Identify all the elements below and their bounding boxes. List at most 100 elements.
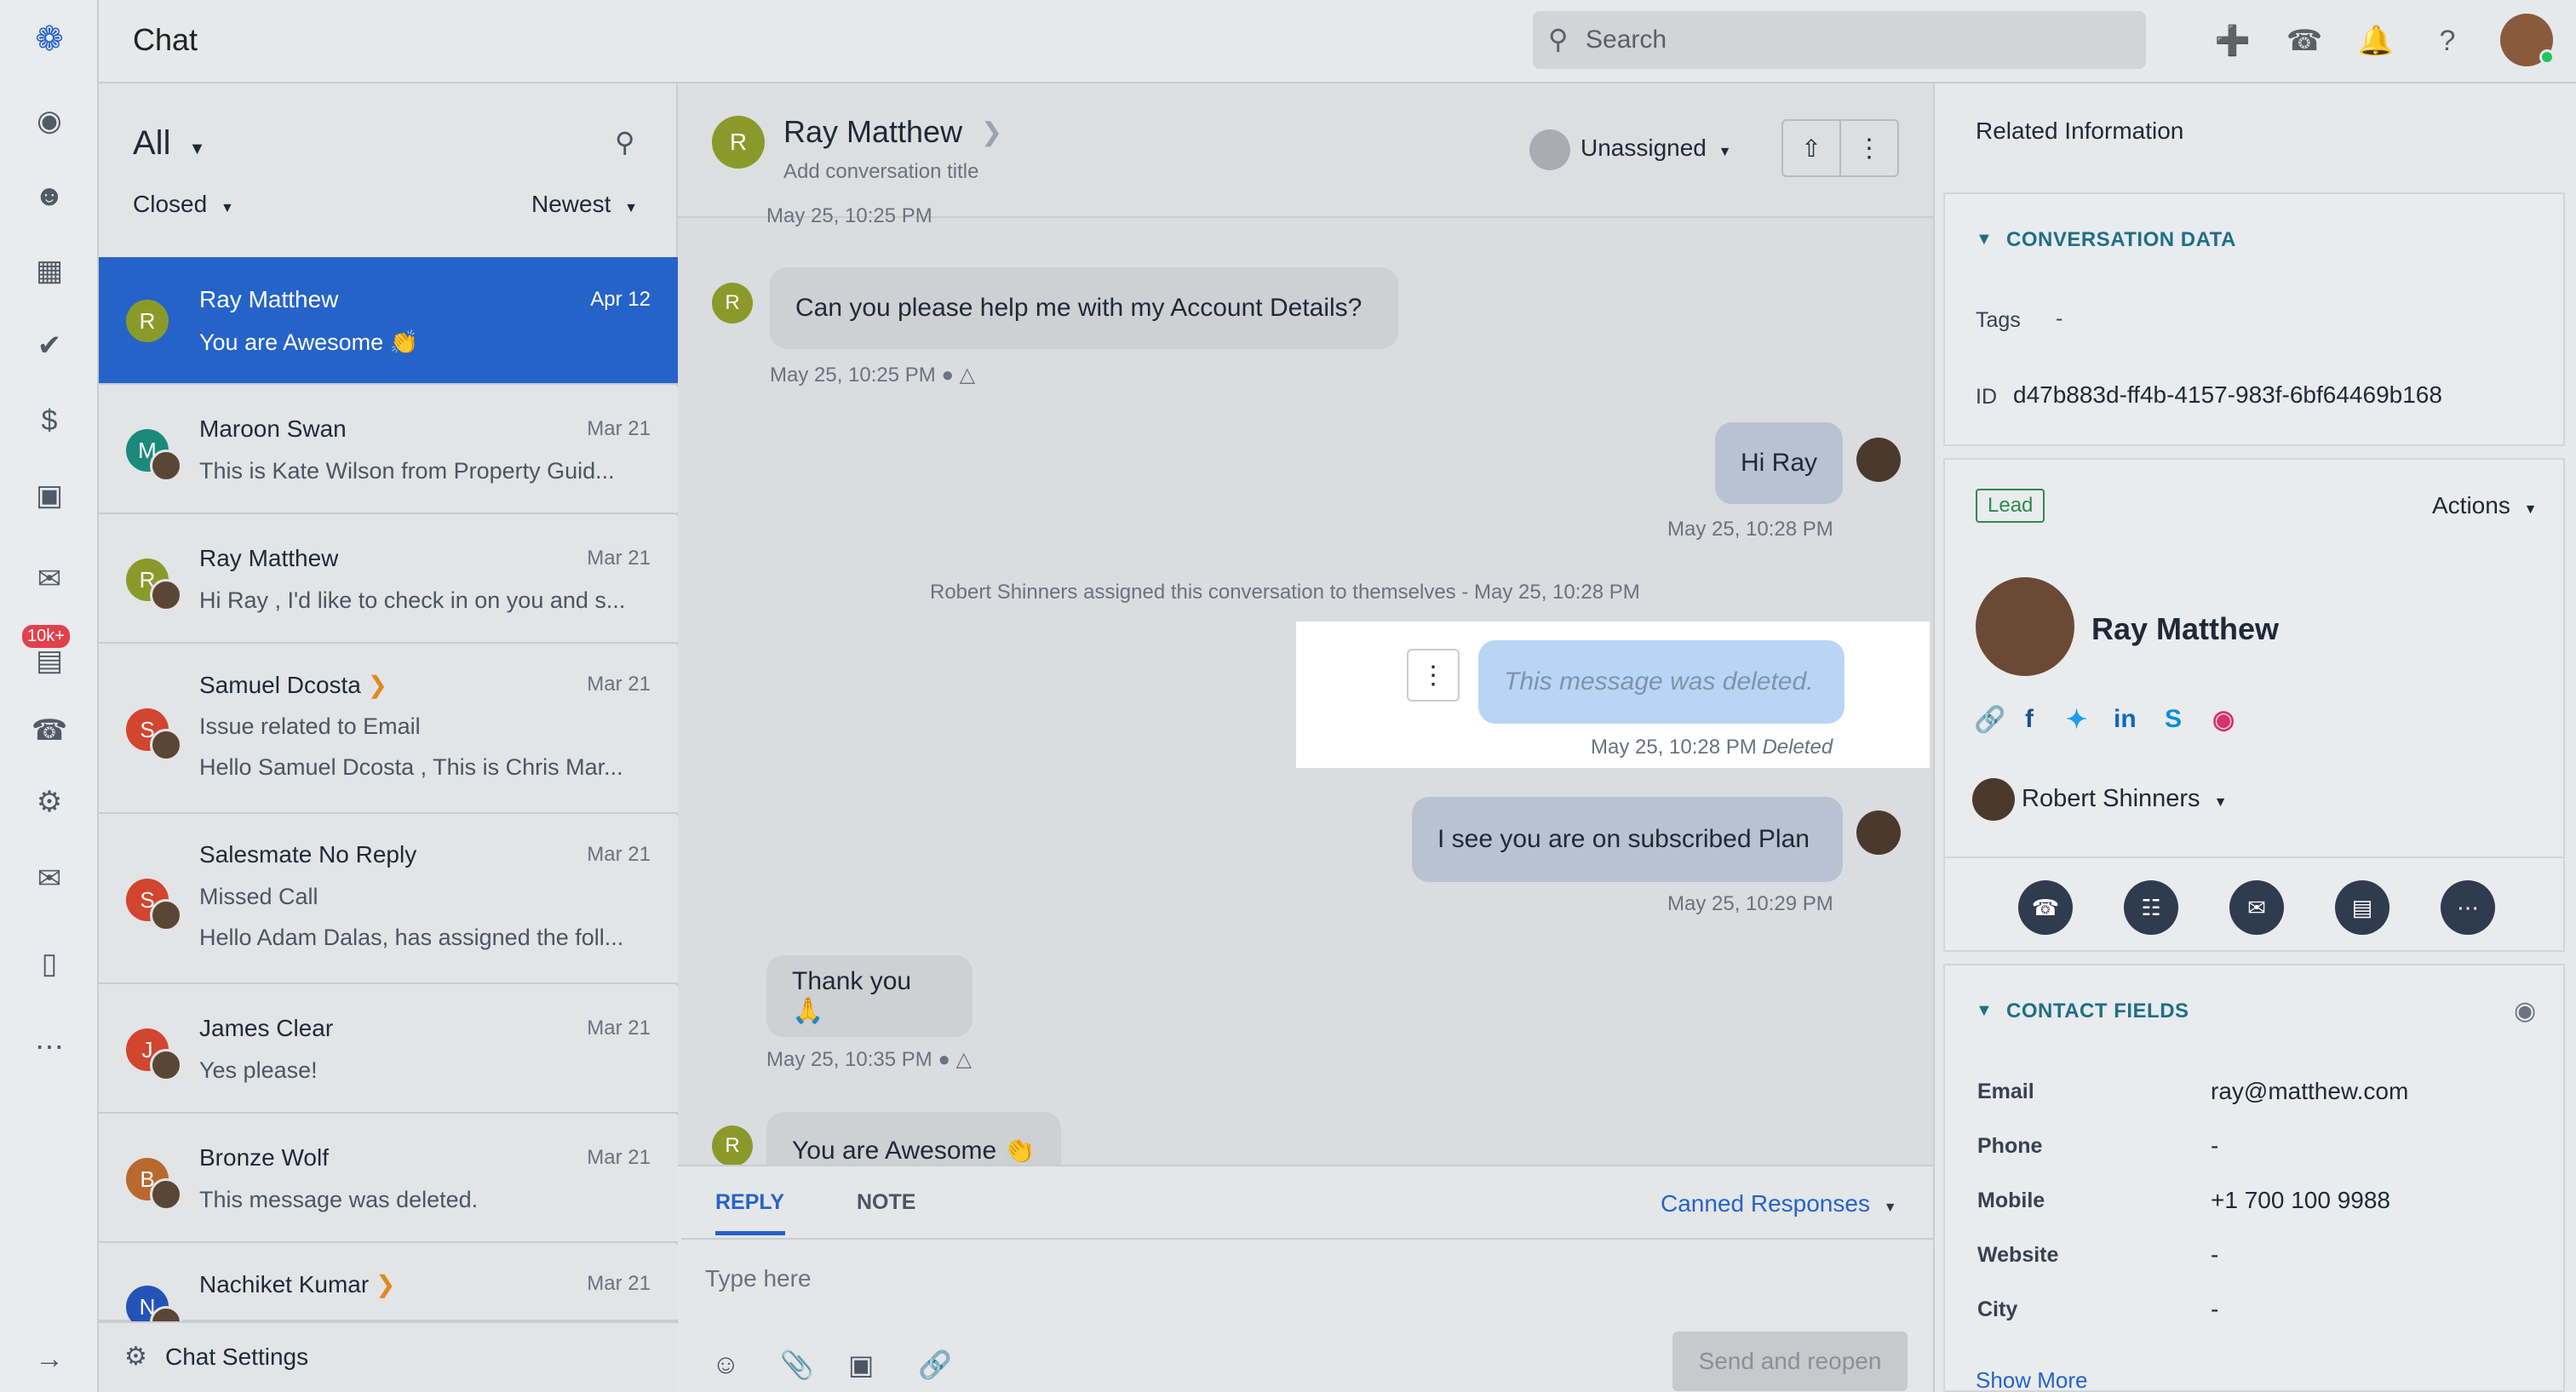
sort-dropdown[interactable]: Newest ▼ [531, 191, 638, 218]
bell-icon[interactable]: 🔔 [2355, 20, 2396, 61]
conversation-list-item[interactable]: R Ray Matthew Apr 12 You are Awesome 👏 [99, 257, 678, 385]
conversation-preview: You are Awesome 👏 [199, 329, 419, 355]
kebab-menu-icon[interactable]: ⋮ [1841, 121, 1897, 175]
conversation-title-input[interactable]: Add conversation title [783, 160, 978, 184]
global-search[interactable]: ⚲ Search [1533, 11, 2146, 69]
show-more-link[interactable]: Show More [1976, 1367, 2088, 1392]
conversation-list-item[interactable]: M Maroon Swan Mar 21 This is Kate Wilson fr… [99, 387, 678, 514]
conversation-data-title[interactable]: CONVERSATION DATA [2006, 228, 2236, 252]
message-meta: May 25, 10:29 PM [1667, 892, 1833, 915]
message-options-icon[interactable]: ⋮ [1407, 649, 1460, 702]
emoji-icon[interactable]: ☺ [712, 1349, 740, 1380]
contact-avatar: R [712, 283, 753, 324]
field-value[interactable]: ray@matthew.com [2211, 1078, 2408, 1105]
expand-arrow-icon[interactable]: → [29, 1338, 70, 1379]
dashboard-icon[interactable]: ◉ [29, 100, 70, 141]
template-icon[interactable]: ▤ [2335, 880, 2390, 935]
active-tab-indicator [715, 1231, 785, 1235]
message-bubble[interactable]: Can you please help me with my Account D… [770, 267, 1398, 349]
message-input[interactable]: Type here [705, 1265, 812, 1292]
assignee-dropdown[interactable]: Unassigned ▼ [1581, 135, 1732, 162]
phone-icon[interactable]: ☎ [2284, 20, 2325, 61]
products-icon[interactable]: ▣ [29, 475, 70, 516]
collapse-caret-icon[interactable]: ▼ [1976, 1001, 1993, 1021]
deals-icon[interactable]: $ [29, 400, 70, 441]
globe-icon: ● [941, 364, 954, 387]
conversation-list-item[interactable]: N Nachiket Kumar ❯ Mar 21 [99, 1245, 678, 1338]
share-icon[interactable]: ⇧ [1783, 121, 1841, 175]
link-icon[interactable]: 🔗 [1974, 705, 2005, 735]
canned-responses-dropdown[interactable]: Canned Responses ▼ [1661, 1190, 1897, 1217]
priority-icon[interactable]: ❯ [981, 117, 1002, 147]
message-bubble[interactable]: You are Awesome 👏 [766, 1112, 1061, 1165]
tasks-icon[interactable]: ✔ [29, 325, 70, 366]
call-icon[interactable]: ☎ [2018, 880, 2073, 935]
tab-note[interactable]: NOTE [857, 1190, 915, 1215]
field-label: City [1977, 1297, 2018, 1321]
link-icon[interactable]: 🔗 [918, 1349, 952, 1381]
message-time: May 25, 10:28 PM [1591, 736, 1757, 759]
send-button[interactable]: Send and reopen [1672, 1332, 1908, 1391]
twitter-icon[interactable]: ✦ [2066, 705, 2087, 735]
conversation-name: Salesmate No Reply [199, 841, 417, 868]
field-value[interactable]: - [2211, 1296, 2218, 1323]
tags-value[interactable]: - [2056, 306, 2063, 331]
more-icon[interactable]: ⋯ [29, 1027, 70, 1068]
conversation-list-item[interactable]: J James Clear Mar 21 Yes please! [99, 986, 678, 1114]
sequence-icon[interactable]: ☷ [2124, 880, 2178, 935]
filter-dropdown[interactable]: All ▼ [133, 124, 205, 163]
owner-label: Robert Shinners [2022, 785, 2200, 812]
add-icon[interactable]: ➕ [2212, 20, 2253, 61]
status-dropdown[interactable]: Closed ▼ [133, 191, 234, 218]
conversation-list-item[interactable]: R Ray Matthew Mar 21 Hi Ray , I'd like to c… [99, 516, 678, 644]
inbox-count-badge: 10k+ [22, 625, 70, 648]
message-bubble[interactable]: Hi Ray [1715, 422, 1843, 504]
attachment-icon[interactable]: 📎 [780, 1349, 814, 1381]
search-input[interactable]: Search [1586, 26, 1667, 54]
sequences-icon[interactable]: ☎ [29, 710, 70, 751]
conversation-date: Mar 21 [587, 1272, 651, 1295]
chevron-down-icon: ▼ [1718, 145, 1732, 159]
tab-reply[interactable]: REPLY [715, 1190, 784, 1215]
help-icon[interactable]: ? [2427, 20, 2468, 61]
chat-settings-bar[interactable]: ⚙ Chat Settings [99, 1321, 678, 1392]
automation-icon[interactable]: ⚙ [29, 782, 70, 822]
contact-fields-title[interactable]: CONTACT FIELDS [2006, 1000, 2189, 1023]
skype-icon[interactable]: S [2165, 705, 2182, 734]
contact-name[interactable]: Ray Matthew [783, 114, 962, 150]
conversation-list-item[interactable]: B Bronze Wolf Mar 21 This message was delet… [99, 1115, 678, 1243]
deleted-message-bubble[interactable]: This message was deleted. [1478, 640, 1845, 724]
field-value[interactable]: +1 700 100 9988 [2211, 1187, 2390, 1214]
collapse-caret-icon[interactable]: ▼ [1976, 230, 1993, 249]
logo-icon[interactable]: ❁ [29, 19, 70, 60]
actions-dropdown[interactable]: Actions ▼ [2432, 492, 2537, 519]
search-icon[interactable]: ⚲ [615, 126, 634, 158]
owner-dropdown[interactable]: Robert Shinners ▼ [2022, 785, 2227, 813]
contact-avatar[interactable]: R [712, 116, 765, 169]
contact-card-name[interactable]: Ray Matthew [2091, 611, 2279, 647]
conversation-preview: Hello Samuel Dcosta , This is Chris Mar.… [199, 754, 623, 780]
chevron-down-icon: ▼ [2213, 795, 2228, 810]
chat-icon[interactable]: ✉ [29, 858, 70, 899]
more-options-icon[interactable]: ⋯ [2441, 880, 2495, 935]
email-icon[interactable]: ✉ [2229, 880, 2284, 935]
conversation-list-item[interactable]: S Samuel Dcosta ❯ Mar 21 Issue related to E… [99, 645, 678, 814]
field-value[interactable]: - [2211, 1241, 2218, 1269]
contact-photo[interactable] [1976, 577, 2074, 676]
eye-icon[interactable]: ◉ [2514, 996, 2536, 1026]
contacts-icon[interactable]: ☻ [29, 175, 70, 216]
message-bubble[interactable]: Thank you 🙏 [766, 955, 972, 1037]
message-bubble[interactable]: I see you are on subscribed Plan [1412, 797, 1843, 882]
field-value[interactable]: - [2211, 1132, 2218, 1160]
conversation-list-item[interactable]: S Salesmate No Reply Mar 21 Missed Call Hell… [99, 816, 678, 984]
instagram-icon[interactable]: ◉ [2212, 705, 2235, 735]
conversation-date: Mar 21 [587, 843, 651, 866]
image-icon[interactable]: ▣ [848, 1349, 874, 1381]
reports-icon[interactable]: ▯ [29, 943, 70, 984]
chevron-down-icon: ▼ [2523, 502, 2538, 517]
companies-icon[interactable]: ▦ [29, 250, 70, 291]
owner-avatar [1972, 778, 2015, 821]
linkedin-icon[interactable]: in [2114, 705, 2137, 734]
facebook-icon[interactable]: f [2025, 705, 2034, 734]
email-icon[interactable]: ✉ [29, 559, 70, 599]
